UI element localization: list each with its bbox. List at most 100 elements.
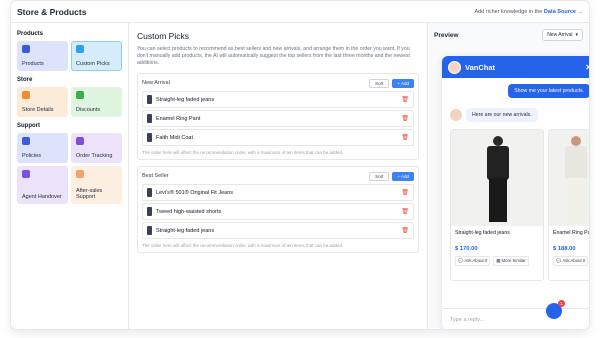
chat-launcher-button[interactable]: 1 [546,300,565,319]
trash-icon[interactable]: 🗑 [401,208,409,215]
sort-button[interactable]: Sort [369,171,390,181]
list-item[interactable]: Straight-leg faded jeans 🗑 [142,91,414,108]
close-icon[interactable]: ✕ [585,63,589,72]
section-title-store: Store [17,77,33,83]
trash-icon[interactable]: 🗑 [401,96,409,103]
tile-label: Custom Picks [76,61,110,67]
tile-policies[interactable]: Policies [17,133,68,163]
bot-avatar [450,109,462,121]
product-name: Levi's® 501® Original Fit Jeans [156,189,234,196]
trash-icon[interactable]: 🗑 [401,189,409,196]
list-item[interactable]: Faith Midi Coat 🗑 [142,129,414,146]
product-name: Faith Midi Coat [156,134,193,141]
support-icon [76,170,84,178]
arrow-icon: → [577,8,584,15]
app-window: Store & Products Add richer knowledge in… [10,0,590,330]
section-heading: Custom Picks [137,31,189,41]
trash-icon[interactable]: 🗑 [401,134,409,141]
top-bar: Store & Products Add richer knowledge in… [11,1,589,23]
list-item[interactable]: Tweed high-waisted shorts 🗑 [142,203,414,220]
product-price: $ 188.00 [553,246,576,252]
product-card[interactable]: Enamel Ring Pant $ 188.00 💬 Ask About It [548,129,590,281]
add-button[interactable]: + Add [392,78,414,88]
chat-header: VanChat ✕ [442,56,589,78]
list-item[interactable]: Straight-leg faded jeans 🗑 [142,222,414,239]
order-note: The order here will affect the recommend… [142,243,344,248]
best-seller-card: Best Seller Sort + Add Levi's® 501® Orig… [137,166,419,253]
add-button[interactable]: + Add [392,171,414,181]
model-figure [561,136,589,224]
more-similar-button[interactable]: ▦ More Similar [493,256,529,266]
product-thumbnail [147,95,152,104]
chevron-down-icon: ▾ [575,32,578,38]
reply-input[interactable]: Type a reply... [442,308,589,329]
tile-label: After-sales Support [76,188,103,200]
list-item[interactable]: Enamel Ring Pant 🗑 [142,110,414,127]
ask-label: Ask About It [562,258,586,263]
tile-agent-handover[interactable]: Agent Handover [17,166,68,204]
ask-label: Ask About It [464,258,488,263]
bot-message: Here are our new arrivals. [466,108,538,122]
product-card[interactable]: Straight-leg faded jeans $ 170.00 💬 Ask … [450,129,544,281]
document-icon [22,137,30,145]
new-arrival-card: New Arrival Sort + Add Straight-leg fade… [137,73,419,160]
product-image [451,130,543,226]
preview-panel: Preview New Arrival ▾ VanChat ✕ Show me … [427,23,589,329]
select-value: New Arrival [547,32,573,38]
tile-label: Products [22,61,44,67]
trash-icon[interactable]: 🗑 [401,115,409,122]
product-thumbnail [147,226,152,235]
card-title: New Arrival [142,80,170,86]
tile-store-details[interactable]: Store Details [17,87,68,117]
section-title-products: Products [17,31,44,37]
page-title: Store & Products [17,6,87,17]
notification-badge: 1 [558,300,565,307]
product-thumbnail [147,207,152,216]
product-price: $ 170.00 [455,246,478,252]
tile-label: Store Details [22,107,54,113]
tile-label: Agent Handover [22,194,62,200]
product-name: Enamel Ring Pant [156,115,201,122]
data-source-hint: Add richer knowledge in the Data Source … [474,9,583,15]
avatar [448,60,461,74]
tile-products[interactable]: Products [17,41,68,71]
more-label: More Similar [501,258,526,263]
ask-about-button[interactable]: 💬 Ask About It [455,256,491,266]
product-name: Straight-leg faded jeans [156,227,215,234]
product-name: Tweed high-waisted shorts [156,208,222,215]
product-thumbnail [147,114,152,123]
tile-label: Discounts [76,107,101,113]
truck-icon [76,137,84,145]
product-image [549,130,589,226]
list-item[interactable]: Levi's® 501® Original Fit Jeans 🗑 [142,184,414,201]
tile-label: Order Tracking [76,153,113,159]
sidebar: Products Products Custom Picks Store Sto… [11,23,129,329]
order-note: The order here will affect the recommend… [142,150,344,155]
model-figure [483,136,513,224]
shirt-icon [22,45,30,53]
custom-picks-panel: Custom Picks You can select products to … [130,23,426,329]
section-title-support: Support [17,123,40,129]
product-name: Straight-leg faded jeans [156,96,215,103]
sort-button[interactable]: Sort [369,78,390,88]
tile-order-tracking[interactable]: Order Tracking [71,133,122,163]
product-thumbnail [147,133,152,142]
tile-aftersales[interactable]: After-sales Support [71,166,122,204]
store-icon [22,91,30,99]
user-message: Show me your latest products. [508,84,589,98]
cart-icon [76,91,84,99]
agent-icon [22,170,30,178]
product-carousel: Straight-leg faded jeans $ 170.00 💬 Ask … [450,129,590,281]
data-source-link[interactable]: Data Source [544,9,576,15]
chat-widget: VanChat ✕ Show me your latest products. … [442,56,590,329]
tile-custom-picks[interactable]: Custom Picks [71,41,122,71]
product-name: Straight-leg faded jeans [455,230,510,236]
product-name: Enamel Ring Pant [553,230,590,236]
card-title: Best Seller [142,173,169,179]
tile-discounts[interactable]: Discounts [71,87,122,117]
trash-icon[interactable]: 🗑 [401,227,409,234]
preview-select[interactable]: New Arrival ▾ [542,29,583,41]
ask-about-button[interactable]: 💬 Ask About It [553,256,589,266]
chat-name: VanChat [465,62,496,72]
tile-label: Policies [22,153,41,159]
